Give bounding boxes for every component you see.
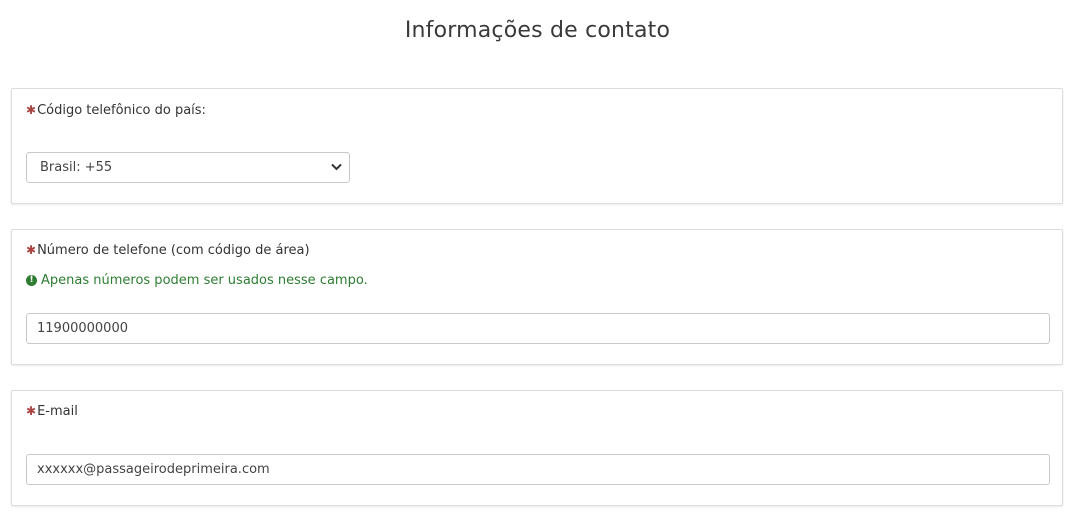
email-input[interactable] (26, 454, 1050, 485)
phone-hint: ! Apenas números podem ser usados nesse … (26, 273, 368, 288)
chevron-down-icon (331, 163, 342, 171)
page-title: Informações de contato (404, 18, 671, 43)
email-card: ✱E-mail (11, 390, 1063, 506)
phone-input[interactable] (26, 313, 1050, 344)
phone-hint-text: Apenas números podem ser usados nesse ca… (41, 273, 368, 288)
email-label: ✱E-mail (26, 404, 78, 419)
required-asterisk-icon: ✱ (26, 404, 37, 418)
required-asterisk-icon: ✱ (26, 103, 37, 117)
phone-card: ✱Número de telefone (com código de área)… (11, 229, 1063, 365)
country-code-card: ✱Código telefônico do país: Brasil: +55 (11, 88, 1063, 204)
country-code-label-text: Código telefônico do país: (37, 103, 206, 118)
info-circle-icon: ! (26, 275, 37, 286)
country-code-label: ✱Código telefônico do país: (26, 103, 206, 118)
required-asterisk-icon: ✱ (26, 243, 37, 257)
country-code-select[interactable]: Brasil: +55 (26, 152, 350, 183)
country-code-selected-value: Brasil: +55 (40, 160, 113, 175)
email-label-text: E-mail (37, 404, 78, 419)
phone-label: ✱Número de telefone (com código de área) (26, 243, 310, 258)
phone-label-text: Número de telefone (com código de área) (37, 243, 310, 258)
